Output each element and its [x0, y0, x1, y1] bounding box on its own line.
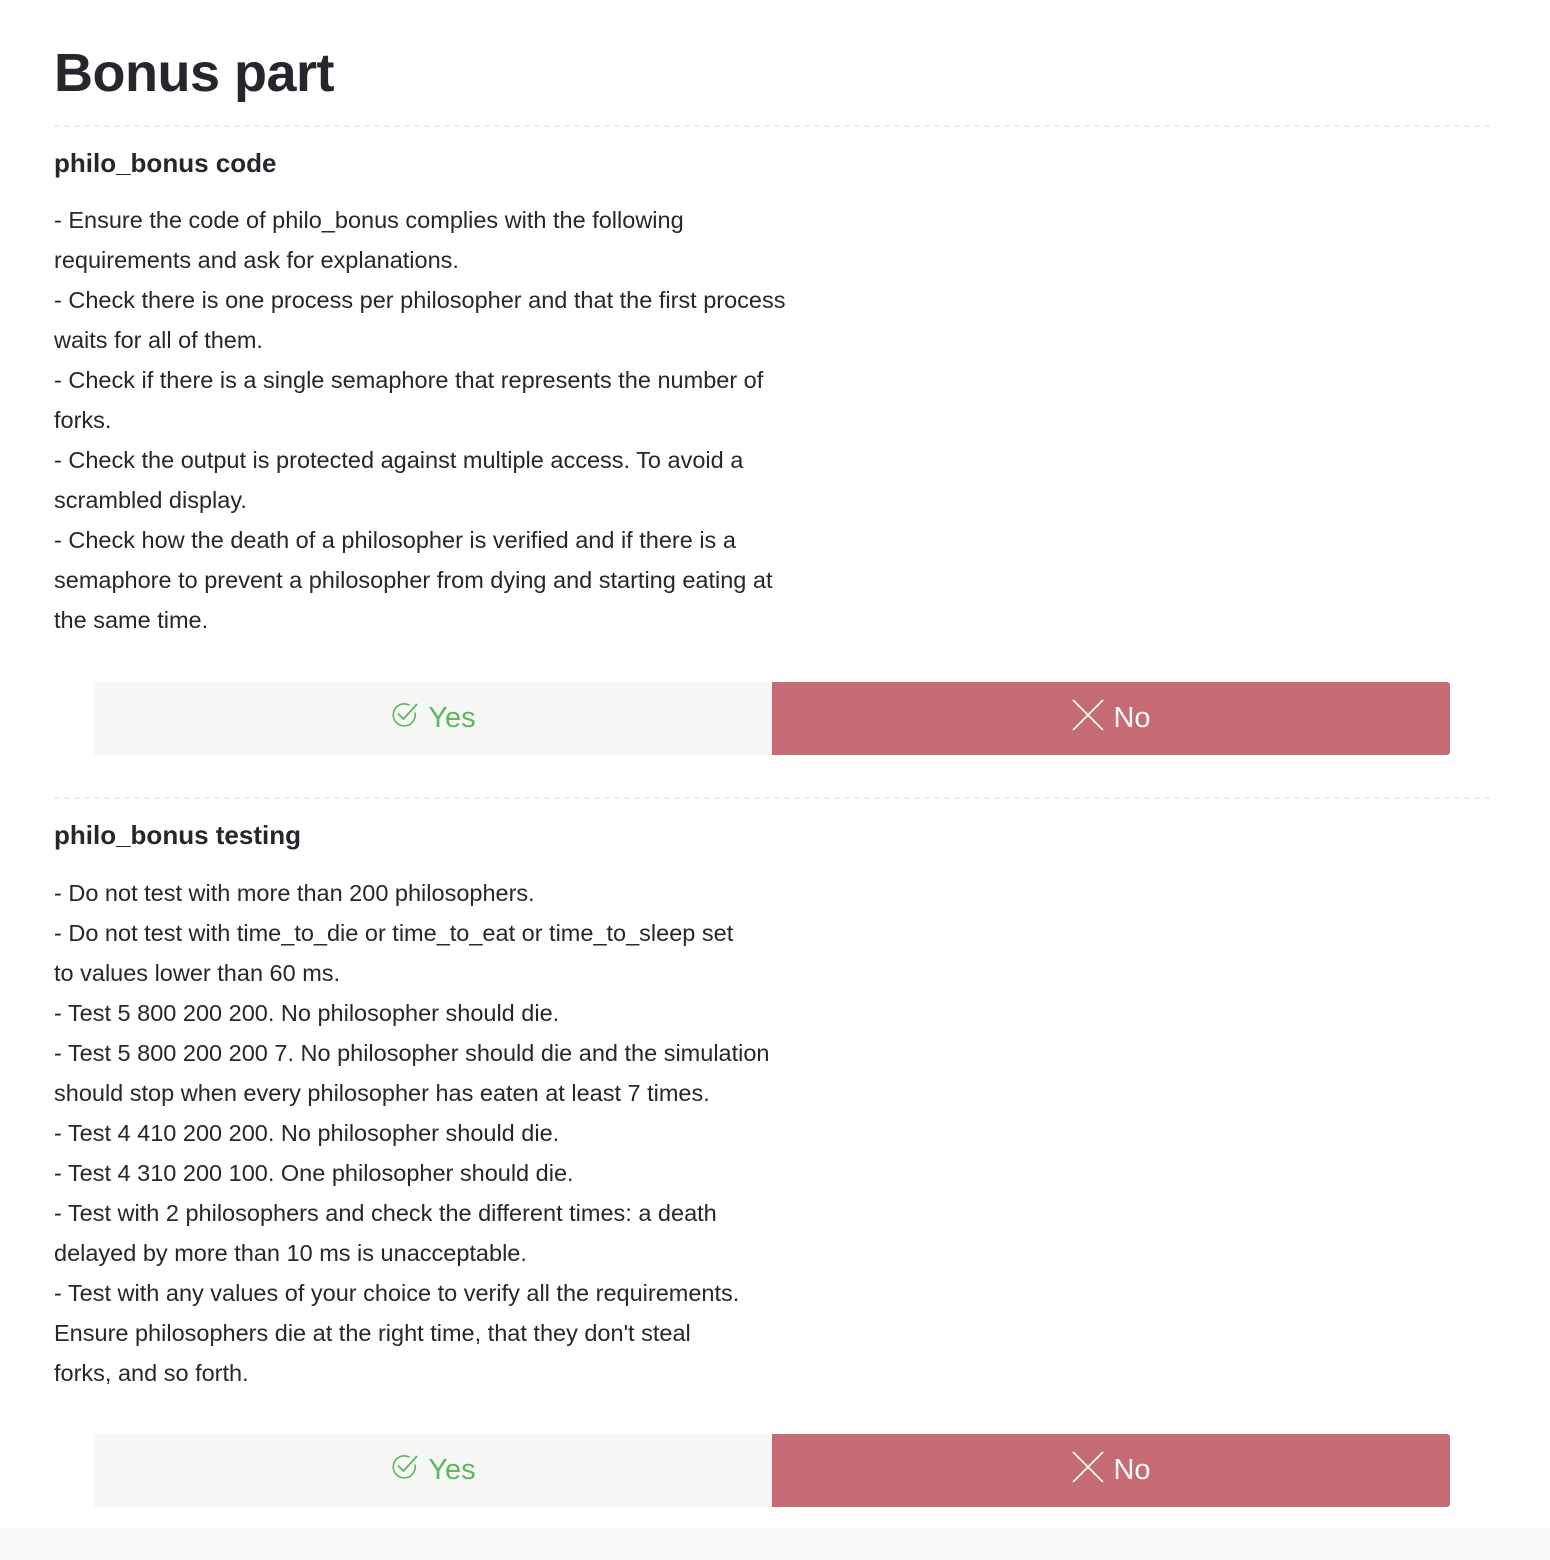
section-title-philo-bonus-testing: philo_bonus testing	[54, 820, 301, 850]
instruction-line: - Check if there is a single semaphore t…	[54, 367, 764, 393]
instruction-line: - Ensure the code of philo_bonus complie…	[54, 207, 684, 233]
instruction-line: delayed by more than 10 ms is unacceptab…	[54, 1240, 527, 1266]
check-circle-icon	[390, 700, 420, 730]
instruction-line: - Test with any values of your choice to…	[54, 1280, 740, 1306]
section-title-philo-bonus-code: philo_bonus code	[54, 148, 277, 178]
instruction-line: - Check the output is protected against …	[54, 447, 744, 473]
cross-icon	[1071, 698, 1105, 732]
no-label: No	[1113, 1454, 1151, 1486]
instruction-line: - Test 5 800 200 200 7. No philosopher s…	[54, 1040, 770, 1066]
section-body-philo-bonus-testing: - Do not test with more than 200 philoso…	[54, 873, 824, 1393]
instruction-line: waits for all of them.	[54, 327, 263, 353]
instruction-line: - Do not test with more than 200 philoso…	[54, 880, 535, 906]
instruction-line: - Test 4 310 200 100. One philosopher sh…	[54, 1160, 574, 1186]
instruction-line: - Check how the death of a philosopher i…	[54, 527, 736, 553]
no-label: No	[1113, 702, 1151, 734]
answer-buttons-philo-bonus-testing: Yes No	[94, 1434, 1450, 1507]
section-divider	[54, 797, 1490, 799]
section-body-philo-bonus-code: - Ensure the code of philo_bonus complie…	[54, 200, 824, 640]
section-divider	[54, 125, 1490, 127]
instruction-line: semaphore to prevent a philosopher from …	[54, 567, 773, 593]
footer-strip	[0, 1528, 1550, 1560]
yes-label: Yes	[428, 702, 476, 734]
yes-button[interactable]: Yes	[94, 682, 772, 755]
instruction-line: - Test 5 800 200 200. No philosopher sho…	[54, 1000, 560, 1026]
answer-buttons-philo-bonus-code: Yes No	[94, 682, 1450, 755]
yes-button[interactable]: Yes	[94, 1434, 772, 1507]
instruction-line: the same time.	[54, 607, 209, 633]
instruction-line: should stop when every philosopher has e…	[54, 1080, 710, 1106]
evaluation-page: Bonus part philo_bonus code - Ensure the…	[0, 0, 1550, 1560]
instruction-line: - Do not test with time_to_die or time_t…	[54, 920, 734, 946]
instruction-line: forks, and so forth.	[54, 1360, 249, 1386]
no-button[interactable]: No	[772, 682, 1450, 755]
check-circle-icon	[390, 1452, 420, 1482]
instruction-line: Ensure philosophers die at the right tim…	[54, 1320, 691, 1346]
yes-label: Yes	[428, 1454, 476, 1486]
no-button[interactable]: No	[772, 1434, 1450, 1507]
instruction-line: - Check there is one process per philoso…	[54, 287, 786, 313]
instruction-line: requirements and ask for explanations.	[54, 247, 459, 273]
instruction-line: scrambled display.	[54, 487, 247, 513]
cross-icon	[1071, 1450, 1105, 1484]
instruction-line: - Test 4 410 200 200. No philosopher sho…	[54, 1120, 560, 1146]
instruction-line: forks.	[54, 407, 112, 433]
instruction-line: - Test with 2 philosophers and check the…	[54, 1200, 717, 1226]
page-title: Bonus part	[54, 43, 335, 103]
instruction-line: to values lower than 60 ms.	[54, 960, 341, 986]
